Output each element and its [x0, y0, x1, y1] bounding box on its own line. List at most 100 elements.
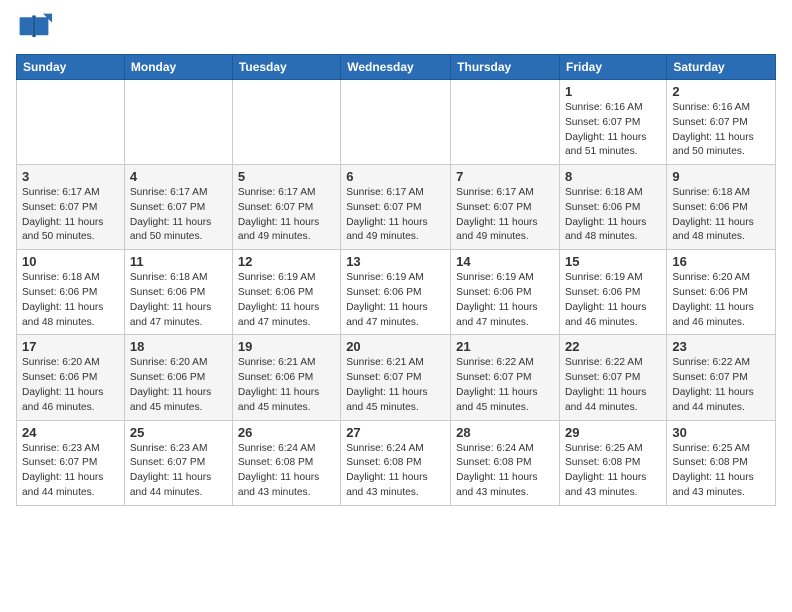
calendar-cell: 25 Sunrise: 6:23 AM Sunset: 6:07 PM Dayli… — [124, 420, 232, 505]
logo-icon — [16, 10, 52, 46]
day-info: Sunrise: 6:24 AM Sunset: 6:08 PM Dayligh… — [238, 442, 335, 501]
calendar-cell: 19 Sunrise: 6:21 AM Sunset: 6:06 PM Dayli… — [232, 335, 340, 420]
calendar-cell: 20 Sunrise: 6:21 AM Sunset: 6:07 PM Dayli… — [341, 335, 451, 420]
calendar-cell: 17 Sunrise: 6:20 AM Sunset: 6:06 PM Dayli… — [17, 335, 125, 420]
day-info: Sunrise: 6:21 AM Sunset: 6:07 PM Dayligh… — [346, 356, 445, 415]
calendar-cell: 24 Sunrise: 6:23 AM Sunset: 6:07 PM Dayli… — [17, 420, 125, 505]
day-number: 21 — [456, 339, 554, 354]
day-info: Sunrise: 6:19 AM Sunset: 6:06 PM Dayligh… — [456, 271, 554, 330]
day-number: 20 — [346, 339, 445, 354]
week-row-5: 24 Sunrise: 6:23 AM Sunset: 6:07 PM Dayli… — [17, 420, 776, 505]
day-info: Sunrise: 6:22 AM Sunset: 6:07 PM Dayligh… — [456, 356, 554, 415]
calendar-header-row: SundayMondayTuesdayWednesdayThursdayFrid… — [17, 55, 776, 80]
day-number: 1 — [565, 84, 661, 99]
day-number: 13 — [346, 254, 445, 269]
page: SundayMondayTuesdayWednesdayThursdayFrid… — [0, 0, 792, 522]
calendar-cell — [451, 80, 560, 165]
day-number: 9 — [672, 169, 770, 184]
day-info: Sunrise: 6:20 AM Sunset: 6:06 PM Dayligh… — [130, 356, 227, 415]
day-number: 27 — [346, 425, 445, 440]
calendar-cell: 26 Sunrise: 6:24 AM Sunset: 6:08 PM Dayli… — [232, 420, 340, 505]
week-row-3: 10Sunrise: 6:18 AM Sunset: 6:06 PM Dayli… — [17, 250, 776, 335]
col-header-sunday: Sunday — [17, 55, 125, 80]
day-info: Sunrise: 6:23 AM Sunset: 6:07 PM Dayligh… — [22, 442, 119, 501]
col-header-wednesday: Wednesday — [341, 55, 451, 80]
calendar-cell: 13 Sunrise: 6:19 AM Sunset: 6:06 PM Dayli… — [341, 250, 451, 335]
day-info: Sunrise: 6:18 AM Sunset: 6:06 PM Dayligh… — [565, 186, 661, 245]
day-info: Sunrise: 6:16 AM Sunset: 6:07 PM Dayligh… — [565, 101, 661, 160]
col-header-thursday: Thursday — [451, 55, 560, 80]
day-number: 23 — [672, 339, 770, 354]
day-info: Sunrise: 6:17 AM Sunset: 6:07 PM Dayligh… — [456, 186, 554, 245]
calendar-cell — [341, 80, 451, 165]
calendar-cell: 22 Sunrise: 6:22 AM Sunset: 6:07 PM Dayli… — [560, 335, 667, 420]
day-info: Sunrise: 6:17 AM Sunset: 6:07 PM Dayligh… — [238, 186, 335, 245]
day-info: Sunrise: 6:17 AM Sunset: 6:07 PM Dayligh… — [22, 186, 119, 245]
calendar-cell: 8 Sunrise: 6:18 AM Sunset: 6:06 PM Daylig… — [560, 165, 667, 250]
day-info: Sunrise: 6:18 AM Sunset: 6:06 PM Dayligh… — [130, 271, 227, 330]
col-header-saturday: Saturday — [667, 55, 776, 80]
day-number: 2 — [672, 84, 770, 99]
day-number: 12 — [238, 254, 335, 269]
header — [16, 10, 776, 46]
day-info: Sunrise: 6:25 AM Sunset: 6:08 PM Dayligh… — [565, 442, 661, 501]
week-row-1: 1 Sunrise: 6:16 AM Sunset: 6:07 PM Daylig… — [17, 80, 776, 165]
day-info: Sunrise: 6:18 AM Sunset: 6:06 PM Dayligh… — [22, 271, 119, 330]
day-number: 29 — [565, 425, 661, 440]
day-info: Sunrise: 6:20 AM Sunset: 6:06 PM Dayligh… — [672, 271, 770, 330]
day-info: Sunrise: 6:25 AM Sunset: 6:08 PM Dayligh… — [672, 442, 770, 501]
calendar-cell: 11 Sunrise: 6:18 AM Sunset: 6:06 PM Dayli… — [124, 250, 232, 335]
calendar-cell: 7Sunrise: 6:17 AM Sunset: 6:07 PM Daylig… — [451, 165, 560, 250]
calendar: SundayMondayTuesdayWednesdayThursdayFrid… — [16, 54, 776, 506]
day-info: Sunrise: 6:24 AM Sunset: 6:08 PM Dayligh… — [456, 442, 554, 501]
day-number: 28 — [456, 425, 554, 440]
calendar-cell: 5Sunrise: 6:17 AM Sunset: 6:07 PM Daylig… — [232, 165, 340, 250]
day-number: 11 — [130, 254, 227, 269]
day-number: 3 — [22, 169, 119, 184]
day-info: Sunrise: 6:21 AM Sunset: 6:06 PM Dayligh… — [238, 356, 335, 415]
calendar-cell: 15 Sunrise: 6:19 AM Sunset: 6:06 PM Dayli… — [560, 250, 667, 335]
calendar-cell: 9 Sunrise: 6:18 AM Sunset: 6:06 PM Daylig… — [667, 165, 776, 250]
day-info: Sunrise: 6:23 AM Sunset: 6:07 PM Dayligh… — [130, 442, 227, 501]
calendar-cell: 6 Sunrise: 6:17 AM Sunset: 6:07 PM Daylig… — [341, 165, 451, 250]
day-number: 19 — [238, 339, 335, 354]
day-number: 15 — [565, 254, 661, 269]
calendar-cell: 30 Sunrise: 6:25 AM Sunset: 6:08 PM Dayli… — [667, 420, 776, 505]
calendar-cell — [124, 80, 232, 165]
day-number: 22 — [565, 339, 661, 354]
day-number: 8 — [565, 169, 661, 184]
day-number: 6 — [346, 169, 445, 184]
day-info: Sunrise: 6:19 AM Sunset: 6:06 PM Dayligh… — [346, 271, 445, 330]
day-info: Sunrise: 6:24 AM Sunset: 6:08 PM Dayligh… — [346, 442, 445, 501]
day-number: 30 — [672, 425, 770, 440]
day-number: 16 — [672, 254, 770, 269]
calendar-cell: 4Sunrise: 6:17 AM Sunset: 6:07 PM Daylig… — [124, 165, 232, 250]
calendar-cell — [232, 80, 340, 165]
day-number: 26 — [238, 425, 335, 440]
day-number: 24 — [22, 425, 119, 440]
day-info: Sunrise: 6:18 AM Sunset: 6:06 PM Dayligh… — [672, 186, 770, 245]
calendar-cell: 28 Sunrise: 6:24 AM Sunset: 6:08 PM Dayli… — [451, 420, 560, 505]
day-number: 25 — [130, 425, 227, 440]
day-info: Sunrise: 6:22 AM Sunset: 6:07 PM Dayligh… — [672, 356, 770, 415]
calendar-cell: 2 Sunrise: 6:16 AM Sunset: 6:07 PM Daylig… — [667, 80, 776, 165]
day-info: Sunrise: 6:16 AM Sunset: 6:07 PM Dayligh… — [672, 101, 770, 160]
calendar-cell: 14Sunrise: 6:19 AM Sunset: 6:06 PM Dayli… — [451, 250, 560, 335]
calendar-cell: 3 Sunrise: 6:17 AM Sunset: 6:07 PM Daylig… — [17, 165, 125, 250]
day-number: 17 — [22, 339, 119, 354]
day-info: Sunrise: 6:22 AM Sunset: 6:07 PM Dayligh… — [565, 356, 661, 415]
calendar-cell: 29 Sunrise: 6:25 AM Sunset: 6:08 PM Dayli… — [560, 420, 667, 505]
calendar-cell: 16 Sunrise: 6:20 AM Sunset: 6:06 PM Dayli… — [667, 250, 776, 335]
day-number: 18 — [130, 339, 227, 354]
day-info: Sunrise: 6:20 AM Sunset: 6:06 PM Dayligh… — [22, 356, 119, 415]
col-header-monday: Monday — [124, 55, 232, 80]
day-number: 4 — [130, 169, 227, 184]
calendar-cell: 27 Sunrise: 6:24 AM Sunset: 6:08 PM Dayli… — [341, 420, 451, 505]
day-info: Sunrise: 6:17 AM Sunset: 6:07 PM Dayligh… — [346, 186, 445, 245]
calendar-cell: 12Sunrise: 6:19 AM Sunset: 6:06 PM Dayli… — [232, 250, 340, 335]
calendar-cell: 21 Sunrise: 6:22 AM Sunset: 6:07 PM Dayli… — [451, 335, 560, 420]
calendar-cell — [17, 80, 125, 165]
logo — [16, 10, 56, 46]
day-info: Sunrise: 6:19 AM Sunset: 6:06 PM Dayligh… — [565, 271, 661, 330]
week-row-4: 17 Sunrise: 6:20 AM Sunset: 6:06 PM Dayli… — [17, 335, 776, 420]
